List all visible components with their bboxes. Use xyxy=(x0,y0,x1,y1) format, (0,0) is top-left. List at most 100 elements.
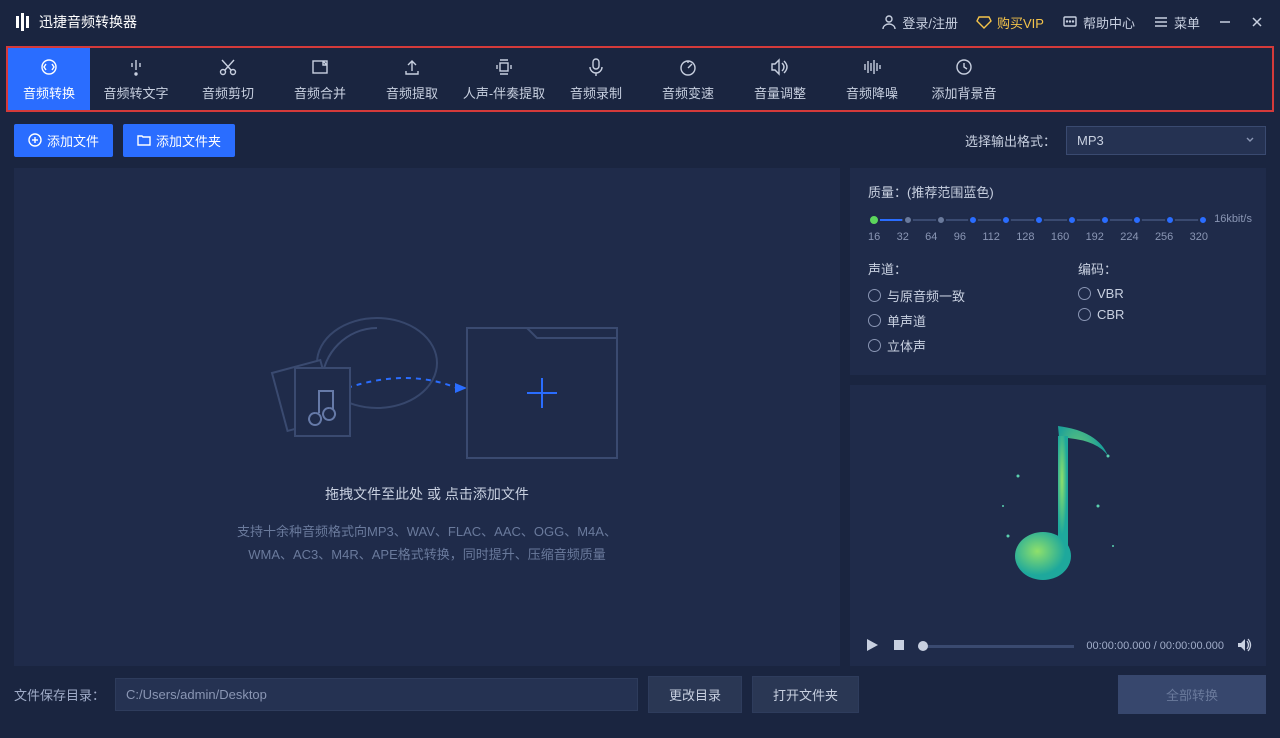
open-dir-button[interactable]: 打开文件夹 xyxy=(752,676,859,713)
user-icon xyxy=(881,14,897,30)
tool-merge[interactable]: 音频合并 xyxy=(274,48,366,110)
vip-button[interactable]: 购买VIP xyxy=(976,13,1044,32)
tool-bgm[interactable]: 添加背景音 xyxy=(918,48,1010,110)
tool-label: 人声-伴奏提取 xyxy=(463,83,545,102)
quality-tick-16[interactable] xyxy=(868,214,880,226)
tool-label: 音频合并 xyxy=(294,83,346,102)
preview-panel: 00:00:00.000 / 00:00:00.000 xyxy=(850,385,1266,666)
quality-tick-96[interactable] xyxy=(968,215,978,225)
change-dir-button[interactable]: 更改目录 xyxy=(648,676,742,713)
music-note-icon xyxy=(988,416,1128,596)
quality-tick-320[interactable] xyxy=(1198,215,1208,225)
close-button[interactable] xyxy=(1250,15,1264,29)
tool-label: 音量调整 xyxy=(754,83,806,102)
drop-help-line1: 支持十余种音频格式向MP3、WAV、FLAC、AAC、OGG、M4A、 xyxy=(237,520,617,543)
volume-icon xyxy=(769,57,791,77)
encoding-option-0[interactable]: VBR xyxy=(1078,286,1248,301)
app-logo xyxy=(16,13,29,31)
player-time: 00:00:00.000 / 00:00:00.000 xyxy=(1086,640,1224,652)
side-panel: 质量：(推荐范围蓝色) 1632649611212816019222425632… xyxy=(850,168,1266,666)
tool-volume[interactable]: 音量调整 xyxy=(734,48,826,110)
tool-extract[interactable]: 音频提取 xyxy=(366,48,458,110)
quality-slider[interactable]: 16326496112128160192224256320 16kbit/s xyxy=(868,213,1248,243)
quality-tick-112[interactable] xyxy=(1001,215,1011,225)
tool-record[interactable]: 音频录制 xyxy=(550,48,642,110)
quality-unit: 16kbit/s xyxy=(1214,213,1252,225)
quality-label-256: 256 xyxy=(1155,231,1173,243)
progress-knob[interactable] xyxy=(918,641,928,651)
totext-icon xyxy=(125,57,147,77)
output-format-select[interactable]: MP3 xyxy=(1066,126,1266,155)
menu-button[interactable]: 菜单 xyxy=(1153,13,1200,32)
folder-icon xyxy=(137,133,151,147)
quality-label-224: 224 xyxy=(1120,231,1138,243)
quality-title: 质量：(推荐范围蓝色) xyxy=(868,182,1248,201)
quality-tick-32[interactable] xyxy=(903,215,913,225)
help-button[interactable]: 帮助中心 xyxy=(1062,13,1135,32)
vip-label: 购买VIP xyxy=(997,13,1044,32)
tool-label: 音频录制 xyxy=(570,83,622,102)
tool-label: 音频转换 xyxy=(23,83,75,102)
main-toolbar: 音频转换 音频转文字音频剪切音频合并 音频提取人声-伴奏提取 音频录制 音频变速音量调整… xyxy=(6,46,1274,112)
quality-label-192: 192 xyxy=(1086,231,1104,243)
tool-vocal[interactable]: 人声-伴奏提取 xyxy=(458,48,550,110)
action-bar: 添加文件 添加文件夹 选择输出格式： MP3 xyxy=(0,118,1280,162)
drop-illustration xyxy=(227,268,627,468)
minimize-icon xyxy=(1218,15,1232,29)
quality-label-320: 320 xyxy=(1190,231,1208,243)
radio-icon xyxy=(1078,308,1091,321)
play-button[interactable] xyxy=(864,637,880,656)
channel-group: 声道： 与原音频一致单声道立体声 xyxy=(868,259,1038,361)
volume-button[interactable] xyxy=(1236,637,1252,656)
channel-title: 声道： xyxy=(868,259,1038,278)
quality-tick-64[interactable] xyxy=(936,215,946,225)
quality-tick-192[interactable] xyxy=(1100,215,1110,225)
tool-cut[interactable]: 音频剪切 xyxy=(182,48,274,110)
convert-all-button[interactable]: 全部转换 xyxy=(1118,675,1266,714)
quality-label-16: 16 xyxy=(868,231,880,243)
footer: 文件保存目录： C:/Users/admin/Desktop 更改目录 打开文件… xyxy=(0,666,1280,722)
menu-label: 菜单 xyxy=(1174,13,1200,32)
quality-tick-256[interactable] xyxy=(1165,215,1175,225)
add-folder-label: 添加文件夹 xyxy=(156,131,221,150)
progress-bar[interactable] xyxy=(918,645,1074,648)
quality-label-112: 112 xyxy=(982,231,1000,243)
login-label: 登录/注册 xyxy=(902,13,958,32)
noise-icon xyxy=(861,57,883,77)
tool-label: 添加背景音 xyxy=(931,83,996,102)
login-button[interactable]: 登录/注册 xyxy=(881,13,958,32)
quality-tick-224[interactable] xyxy=(1132,215,1142,225)
tool-noise[interactable]: 音频降噪 xyxy=(826,48,918,110)
add-file-button[interactable]: 添加文件 xyxy=(14,124,113,157)
radio-icon xyxy=(1078,287,1091,300)
quality-label-64: 64 xyxy=(925,231,937,243)
channel-option-2[interactable]: 立体声 xyxy=(868,336,1038,355)
tool-convert[interactable]: 音频转换 xyxy=(8,48,90,110)
main-area: 拖拽文件至此处 或 点击添加文件 支持十余种音频格式向MP3、WAV、FLAC、… xyxy=(0,168,1280,666)
quality-label-160: 160 xyxy=(1051,231,1069,243)
tool-totext[interactable]: 音频转文字 xyxy=(90,48,182,110)
quality-tick-160[interactable] xyxy=(1067,215,1077,225)
save-path-input[interactable]: C:/Users/admin/Desktop xyxy=(115,678,638,711)
drop-zone[interactable]: 拖拽文件至此处 或 点击添加文件 支持十余种音频格式向MP3、WAV、FLAC、… xyxy=(14,168,840,666)
drop-text: 拖拽文件至此处 或 点击添加文件 xyxy=(325,484,529,504)
encoding-option-1[interactable]: CBR xyxy=(1078,307,1248,322)
menu-icon xyxy=(1153,14,1169,30)
tool-label: 音频转文字 xyxy=(103,83,168,102)
channel-option-1[interactable]: 单声道 xyxy=(868,311,1038,330)
output-format-value: MP3 xyxy=(1077,133,1104,148)
diamond-icon xyxy=(976,14,992,30)
record-icon xyxy=(585,57,607,77)
quality-tick-128[interactable] xyxy=(1034,215,1044,225)
drop-help: 支持十余种音频格式向MP3、WAV、FLAC、AAC、OGG、M4A、 WMA、… xyxy=(237,520,617,567)
channel-option-label: 单声道 xyxy=(887,311,926,330)
stop-button[interactable] xyxy=(892,638,906,655)
tool-label: 音频降噪 xyxy=(846,83,898,102)
tool-speed[interactable]: 音频变速 xyxy=(642,48,734,110)
encoding-option-label: VBR xyxy=(1097,286,1124,301)
quality-panel: 质量：(推荐范围蓝色) 1632649611212816019222425632… xyxy=(850,168,1266,375)
add-folder-button[interactable]: 添加文件夹 xyxy=(123,124,235,157)
chat-icon xyxy=(1062,14,1078,30)
minimize-button[interactable] xyxy=(1218,15,1232,29)
channel-option-0[interactable]: 与原音频一致 xyxy=(868,286,1038,305)
